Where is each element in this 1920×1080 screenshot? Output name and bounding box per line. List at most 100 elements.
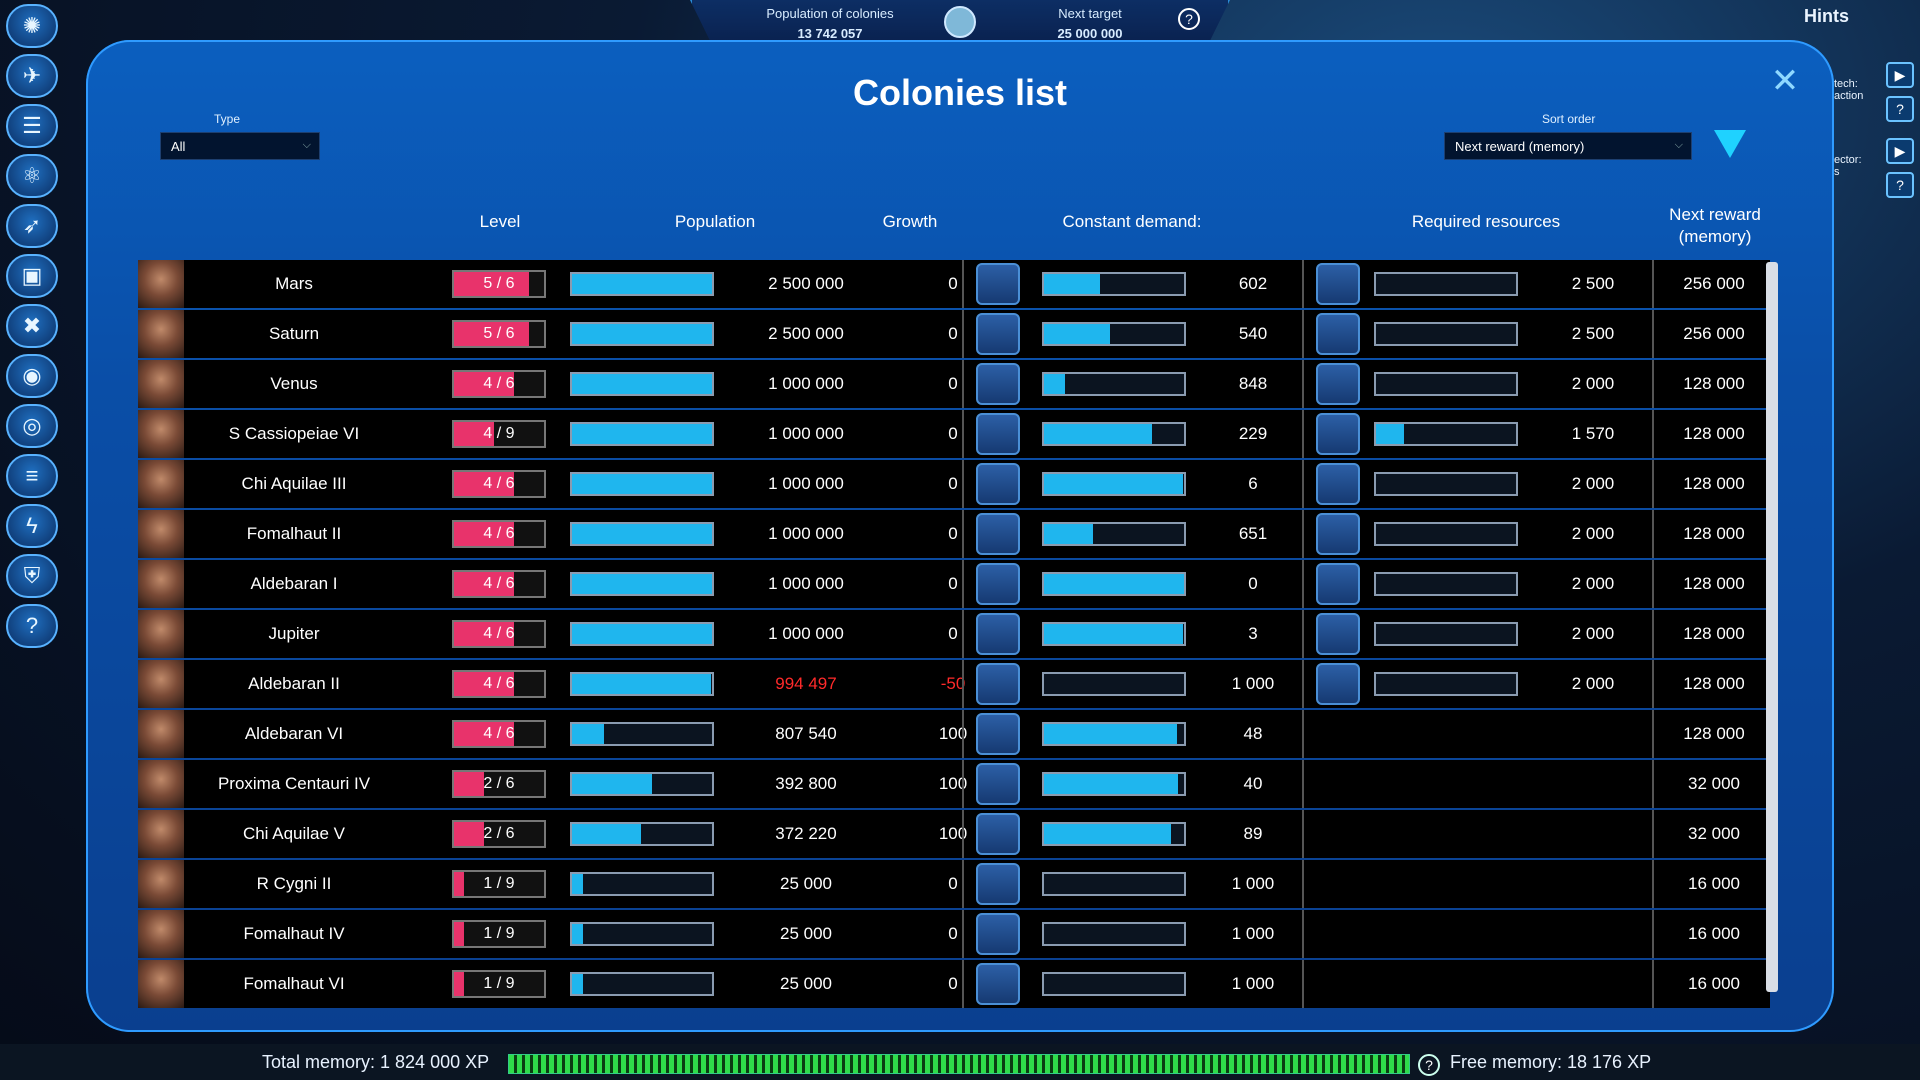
demand-resource-icon[interactable] <box>976 513 1020 555</box>
table-row[interactable]: Jupiter 4 / 6 1 000 000 0 3 2 000 128 00… <box>138 610 1770 658</box>
sort-select[interactable]: Next reward (memory) ⌵ <box>1444 132 1692 160</box>
required-value: 2 000 <box>1571 374 1615 393</box>
table-row[interactable]: Aldebaran II 4 / 6 994 497 -50 1 000 2 0… <box>138 660 1770 708</box>
table-row[interactable]: Chi Aquilae V 2 / 6 372 220 100 89 32 00… <box>138 810 1770 858</box>
column-divider <box>1302 860 1304 908</box>
column-divider <box>1652 560 1654 608</box>
close-button[interactable]: ✕ <box>1770 64 1800 98</box>
demand-bar-fill <box>1044 824 1172 844</box>
table-row[interactable]: Saturn 5 / 6 2 500 000 0 540 2 500 256 0… <box>138 310 1770 358</box>
column-divider <box>1302 610 1304 658</box>
hints-button[interactable]: Hints <box>1804 6 1849 27</box>
column-divider <box>962 910 964 958</box>
table-row[interactable]: S Cassiopeiae VI 4 / 9 1 000 000 0 229 1… <box>138 410 1770 458</box>
right-panel-text-2: ector: s <box>1834 154 1862 178</box>
demand-resource-icon[interactable] <box>976 413 1020 455</box>
demand-resource-icon[interactable] <box>976 313 1020 355</box>
population-bar-fill <box>572 674 711 694</box>
demand-resource-icon[interactable] <box>976 863 1020 905</box>
demand-resource-icon[interactable] <box>976 563 1020 605</box>
eye-icon[interactable]: ◉ <box>6 354 58 398</box>
demand-bar <box>1042 522 1186 546</box>
demand-bar-fill <box>1044 474 1183 494</box>
required-resource-icon[interactable] <box>1316 263 1360 305</box>
demand-resource-icon[interactable] <box>976 963 1020 1005</box>
sort-direction-icon[interactable] <box>1714 130 1746 158</box>
planet-icon[interactable]: ✺ <box>6 4 58 48</box>
demand-resource-icon[interactable] <box>976 813 1020 855</box>
demand-resource-icon[interactable] <box>976 463 1020 505</box>
help-icon[interactable]: ? <box>6 604 58 648</box>
required-resource-icon[interactable] <box>1316 363 1360 405</box>
demand-resource-icon[interactable] <box>976 363 1020 405</box>
reward-value: 128 000 <box>1683 574 1745 593</box>
population-value: 25 000 <box>780 974 832 993</box>
table-row[interactable]: Fomalhaut II 4 / 6 1 000 000 0 651 2 000… <box>138 510 1770 558</box>
tools-icon[interactable]: ✖ <box>6 304 58 348</box>
demand-resource-icon[interactable] <box>976 613 1020 655</box>
demand-resource-icon[interactable] <box>976 663 1020 705</box>
population-bar-fill <box>572 574 712 594</box>
required-resource-icon[interactable] <box>1316 563 1360 605</box>
population-bar-fill <box>572 774 652 794</box>
demand-bar <box>1042 272 1186 296</box>
topbar-help-button[interactable]: ? <box>1178 8 1200 30</box>
level-indicator: 5 / 6 <box>452 270 546 298</box>
energy-icon[interactable]: ϟ <box>6 504 58 548</box>
required-resource-icon[interactable] <box>1316 463 1360 505</box>
demand-resource-icon[interactable] <box>976 913 1020 955</box>
reward-value: 16 000 <box>1688 974 1740 993</box>
column-divider <box>1302 560 1304 608</box>
table-row[interactable]: Mars 5 / 6 2 500 000 0 602 2 500 256 000 <box>138 260 1770 308</box>
demand-value: 6 <box>1248 474 1258 493</box>
type-select[interactable]: All ⌵ <box>160 132 320 160</box>
colony-name: Chi Aquilae V <box>242 824 346 843</box>
demand-value: 540 <box>1238 324 1268 343</box>
table-scrollbar[interactable] <box>1766 262 1778 992</box>
sort-label: Sort order <box>1542 112 1596 126</box>
shield-icon[interactable]: ⛨ <box>6 554 58 598</box>
rocket-icon[interactable]: ➶ <box>6 204 58 248</box>
population-bar <box>570 722 714 746</box>
required-resource-icon[interactable] <box>1316 663 1360 705</box>
population-bar-fill <box>572 424 712 444</box>
column-divider <box>1302 960 1304 1008</box>
required-resource-icon[interactable] <box>1316 513 1360 555</box>
column-divider <box>1302 710 1304 758</box>
reward-value: 128 000 <box>1683 474 1745 493</box>
required-resource-icon[interactable] <box>1316 613 1360 655</box>
demand-resource-icon[interactable] <box>976 713 1020 755</box>
required-resource-icon[interactable] <box>1316 313 1360 355</box>
demand-bar-fill <box>1044 374 1065 394</box>
level-value: 4 / 6 <box>483 625 515 642</box>
required-value: 2 500 <box>1571 274 1615 293</box>
reward-value: 128 000 <box>1683 374 1745 393</box>
table-row[interactable]: R Cygni II 1 / 9 25 000 0 1 000 16 000 <box>138 860 1770 908</box>
table-row[interactable]: Aldebaran VI 4 / 6 807 540 100 48 128 00… <box>138 710 1770 758</box>
grid-icon[interactable]: ▣ <box>6 254 58 298</box>
required-resource-icon[interactable] <box>1316 413 1360 455</box>
avatar <box>138 760 184 808</box>
column-divider <box>1652 260 1654 308</box>
right-play-button-2[interactable]: ▶ <box>1886 138 1914 164</box>
column-divider <box>962 710 964 758</box>
demand-resource-icon[interactable] <box>976 763 1020 805</box>
population-bar-fill <box>572 274 712 294</box>
table-row[interactable]: Aldebaran I 4 / 6 1 000 000 0 0 2 000 12… <box>138 560 1770 608</box>
level-indicator: 4 / 6 <box>452 720 546 748</box>
table-row[interactable]: Chi Aquilae III 4 / 6 1 000 000 0 6 2 00… <box>138 460 1770 508</box>
orbit-icon[interactable]: ◎ <box>6 404 58 448</box>
column-divider <box>1652 360 1654 408</box>
atom-icon[interactable]: ⚛ <box>6 154 58 198</box>
next-target-value: 25 000 000 <box>1057 26 1123 41</box>
table-row[interactable]: Fomalhaut VI 1 / 9 25 000 0 1 000 16 000 <box>138 960 1770 1008</box>
table-row[interactable]: Venus 4 / 6 1 000 000 0 848 2 000 128 00… <box>138 360 1770 408</box>
table-row[interactable]: Fomalhaut IV 1 / 9 25 000 0 1 000 16 000 <box>138 910 1770 958</box>
demand-resource-icon[interactable] <box>976 263 1020 305</box>
header-growth: Growth <box>882 212 938 231</box>
right-help-button-2[interactable]: ? <box>1886 172 1914 198</box>
table-row[interactable]: Proxima Centauri IV 2 / 6 392 800 100 40… <box>138 760 1770 808</box>
bottom-help-button[interactable]: ? <box>1418 1054 1440 1076</box>
demand-value: 3 <box>1248 624 1258 643</box>
stack-icon[interactable]: ≡ <box>6 454 58 498</box>
